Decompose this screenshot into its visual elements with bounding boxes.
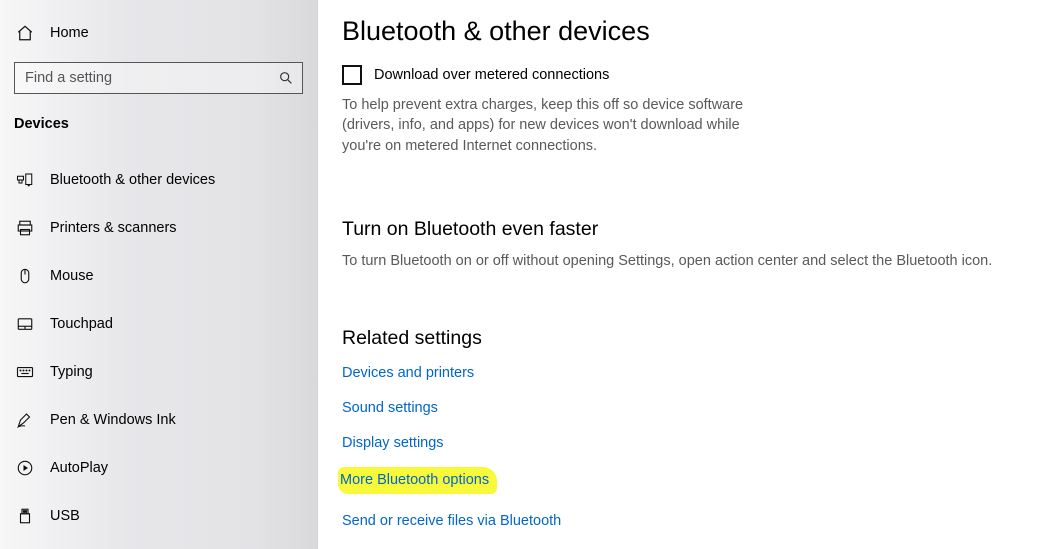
faster-heading: Turn on Bluetooth even faster bbox=[342, 218, 1019, 241]
autoplay-icon bbox=[16, 459, 34, 477]
metered-help-text: To help prevent extra charges, keep this… bbox=[342, 95, 762, 156]
search-input[interactable] bbox=[23, 69, 278, 87]
sidebar-item-bluetooth[interactable]: Bluetooth & other devices bbox=[0, 156, 317, 204]
search-wrap bbox=[0, 54, 317, 104]
sidebar-item-typing[interactable]: Typing bbox=[0, 348, 317, 396]
home-icon bbox=[16, 24, 34, 42]
touchpad-icon bbox=[16, 315, 34, 333]
sidebar-item-label: Typing bbox=[50, 364, 93, 380]
link-sound-settings[interactable]: Sound settings bbox=[342, 400, 438, 416]
sidebar-item-usb[interactable]: USB bbox=[0, 492, 317, 540]
printer-icon bbox=[16, 219, 34, 237]
related-links: Devices and printers Sound settings Disp… bbox=[342, 364, 1019, 529]
sidebar-item-pen[interactable]: Pen & Windows Ink bbox=[0, 396, 317, 444]
highlight-annotation: More Bluetooth options bbox=[338, 467, 497, 494]
sidebar-item-autoplay[interactable]: AutoPlay bbox=[0, 444, 317, 492]
sidebar-item-label: Bluetooth & other devices bbox=[50, 172, 215, 188]
link-more-bluetooth-options[interactable]: More Bluetooth options bbox=[340, 472, 489, 488]
sidebar-item-label: Mouse bbox=[50, 268, 94, 284]
pen-icon bbox=[16, 411, 34, 429]
sidebar-item-label: AutoPlay bbox=[50, 460, 108, 476]
mouse-icon bbox=[16, 267, 34, 285]
nav-list: Bluetooth & other devices Printers & sca… bbox=[0, 156, 317, 540]
section-title-devices: Devices bbox=[0, 104, 317, 146]
keyboard-icon bbox=[16, 363, 34, 381]
bluetooth-devices-icon bbox=[16, 171, 34, 189]
link-send-receive-bluetooth[interactable]: Send or receive files via Bluetooth bbox=[342, 513, 561, 529]
search-icon bbox=[278, 70, 294, 86]
metered-checkbox[interactable] bbox=[342, 65, 362, 85]
link-devices-printers[interactable]: Devices and printers bbox=[342, 365, 474, 381]
sidebar-item-mouse[interactable]: Mouse bbox=[0, 252, 317, 300]
sidebar-item-label: Pen & Windows Ink bbox=[50, 412, 176, 428]
search-box[interactable] bbox=[14, 62, 303, 94]
metered-checkbox-row: Download over metered connections bbox=[342, 65, 1019, 85]
nav-home[interactable]: Home bbox=[0, 12, 317, 54]
sidebar-item-label: Touchpad bbox=[50, 316, 113, 332]
metered-checkbox-label: Download over metered connections bbox=[374, 67, 609, 83]
sidebar: Home Devices Bluetooth & other devices bbox=[0, 0, 318, 549]
sidebar-item-touchpad[interactable]: Touchpad bbox=[0, 300, 317, 348]
page-title: Bluetooth & other devices bbox=[342, 16, 1019, 47]
usb-icon bbox=[16, 507, 34, 525]
sidebar-item-printers[interactable]: Printers & scanners bbox=[0, 204, 317, 252]
sidebar-item-label: USB bbox=[50, 508, 80, 524]
link-display-settings[interactable]: Display settings bbox=[342, 435, 444, 451]
content: Bluetooth & other devices Download over … bbox=[318, 0, 1043, 549]
nav-home-label: Home bbox=[50, 25, 89, 41]
sidebar-item-label: Printers & scanners bbox=[50, 220, 177, 236]
related-heading: Related settings bbox=[342, 327, 1019, 350]
faster-desc: To turn Bluetooth on or off without open… bbox=[342, 251, 1019, 271]
